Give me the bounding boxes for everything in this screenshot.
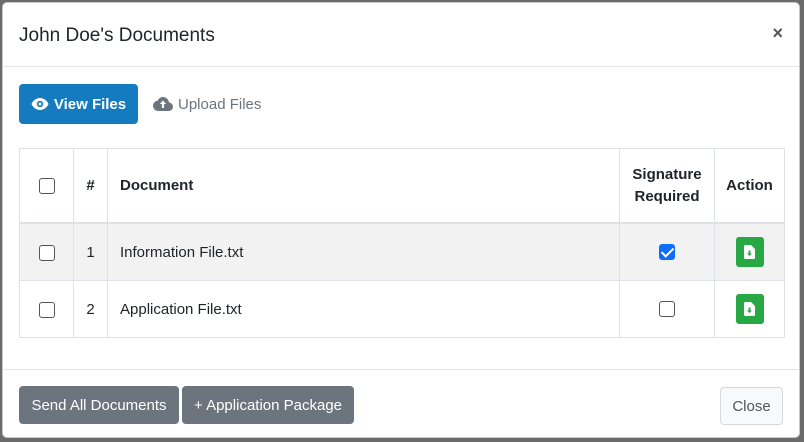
row-document-name: Information File.txt (107, 222, 620, 281)
modal-footer: Send All Documents + Application Package… (3, 369, 799, 437)
row-number: 2 (73, 280, 108, 338)
header-signature-line1: Signature (632, 165, 702, 183)
table-row: 1 Information File.txt (19, 222, 785, 281)
header-document: Document (107, 148, 620, 224)
header-number: # (73, 148, 108, 224)
tab-upload-files-label: Upload Files (178, 95, 262, 113)
row-number: 1 (73, 222, 108, 281)
eye-icon (31, 98, 49, 110)
header-signature-required: Signature Required (619, 148, 715, 224)
table-header-row: # Document Signature Required Action (19, 148, 785, 224)
header-signature-line2: Required (634, 187, 700, 205)
documents-table: # Document Signature Required Action 1 I… (19, 148, 785, 338)
close-button[interactable]: Close (720, 387, 783, 425)
application-package-button[interactable]: + Application Package (182, 386, 354, 424)
file-download-icon (744, 245, 755, 259)
tab-upload-files[interactable]: Upload Files (153, 84, 273, 124)
cloud-upload-icon (153, 97, 173, 111)
documents-modal: John Doe's Documents × View Files Upload… (2, 2, 800, 438)
row-document-name: Application File.txt (107, 280, 620, 338)
table-row: 2 Application File.txt (19, 280, 785, 338)
tab-view-files-label: View Files (53, 95, 127, 113)
signature-required-checkbox[interactable] (659, 244, 675, 261)
signature-required-checkbox[interactable] (659, 301, 675, 318)
close-icon[interactable]: × (772, 23, 783, 44)
send-all-documents-button[interactable]: Send All Documents (19, 386, 179, 424)
tab-view-files[interactable]: View Files (19, 84, 138, 124)
file-download-icon (744, 302, 755, 316)
header-action: Action (714, 148, 785, 224)
select-all-checkbox[interactable] (38, 178, 55, 195)
modal-header: John Doe's Documents × (3, 3, 799, 67)
row-select-checkbox[interactable] (38, 301, 55, 318)
download-file-button[interactable] (735, 294, 764, 324)
download-file-button[interactable] (735, 237, 764, 267)
modal-title: John Doe's Documents (19, 25, 215, 46)
row-select-checkbox[interactable] (38, 244, 55, 261)
